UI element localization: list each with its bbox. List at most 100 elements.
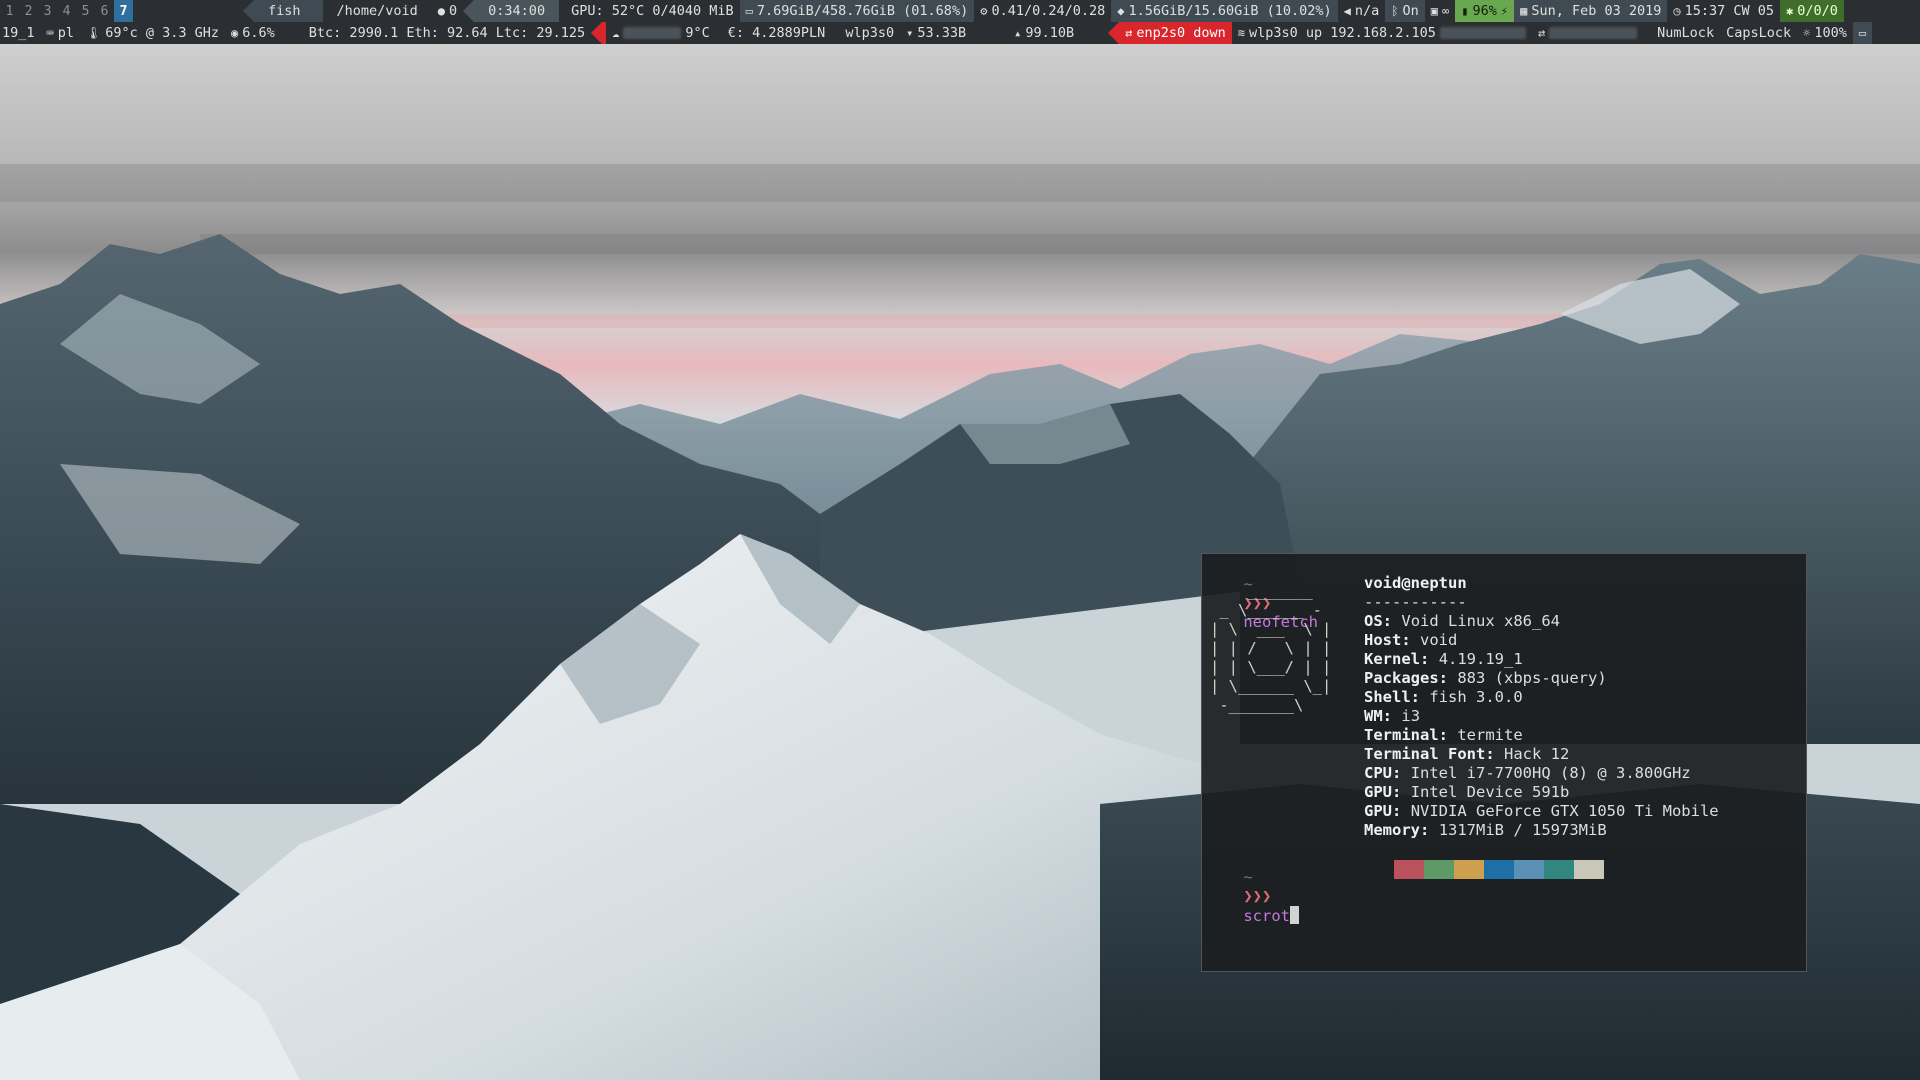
load-status: ⚙ 0.41/0.24/0.28 <box>974 0 1111 22</box>
window-title: fish <box>254 0 323 22</box>
cpu-usage-status: ◉ 6.6% <box>225 22 281 44</box>
info-key: Packages <box>1364 669 1439 687</box>
info-key: GPU <box>1364 783 1392 801</box>
void-ascii-logo: _______ _ \______ - | \ ___ \ | | | / \ … <box>1210 582 1332 714</box>
color-swatch <box>1424 860 1454 879</box>
info-value: Hack 12 <box>1504 745 1570 763</box>
workspace-2-button[interactable]: 2 <box>19 0 38 22</box>
info-row-shell: Shell: fish 3.0.0 <box>1364 688 1523 706</box>
brightness-value: 100% <box>1814 25 1847 41</box>
keyboard-layout-status[interactable]: ⌨ pl <box>41 22 81 44</box>
separator-arrow <box>243 0 254 22</box>
battery-icon: ▮ <box>1461 4 1469 18</box>
wifi-status[interactable]: ≋ wlp3s0 up 192.168.2.105 <box>1232 22 1532 44</box>
display-icons: ▣ ∞ <box>1425 0 1455 22</box>
info-value: 1317MiB / 15973MiB <box>1438 821 1607 839</box>
info-key: Memory <box>1364 821 1420 839</box>
info-key: WM <box>1364 707 1383 725</box>
github-icon: ● <box>437 4 446 18</box>
info-row-kernel: Kernel: 4.19.19_1 <box>1364 650 1523 668</box>
terminal-window[interactable]: ~ ❯❯❯ neofetch _______ _ \______ - | \ _… <box>1201 553 1807 972</box>
arrow-down-icon: ▾ <box>906 26 914 40</box>
color-palette <box>1394 860 1604 879</box>
info-row-host: Host: void <box>1364 631 1458 649</box>
bluetooth-status[interactable]: ᛒ On <box>1385 0 1425 22</box>
arrow-up-icon: ▴ <box>1014 26 1022 40</box>
info-row-cpu: CPU: Intel i7-7700HQ (8) @ 3.800GHz <box>1364 764 1691 782</box>
keyboard-indicator: ▭ <box>1852 22 1873 44</box>
capslock-indicator: CapsLock <box>1726 25 1792 41</box>
workspace-5-button[interactable]: 5 <box>76 0 95 22</box>
gpu-status: GPU: 52°C 0/4040 MiB <box>571 3 734 19</box>
wifi-icon: ≋ <box>1237 26 1245 40</box>
color-swatch <box>1454 860 1484 879</box>
info-value: Void Linux x86_64 <box>1401 612 1560 630</box>
brightness-status[interactable]: ☼ 100% <box>1797 22 1853 44</box>
git-count: 0 <box>449 3 458 19</box>
monitor-icon: ▣ <box>1430 4 1438 18</box>
prompt-arrows: ❯❯❯ <box>1243 887 1272 905</box>
info-row-wm: WM: i3 <box>1364 707 1421 725</box>
info-row-gpu-nvidia: GPU: NVIDIA GeForce GTX 1050 Ti Mobile <box>1364 802 1719 820</box>
command-input[interactable]: scrot <box>1243 907 1290 925</box>
redacted-location <box>623 27 682 39</box>
keyboard-small-icon: ▭ <box>1858 26 1867 40</box>
color-swatch <box>1514 860 1544 879</box>
calendar-icon: ▦ <box>1520 4 1528 18</box>
disk-usage: 7.69GiB/458.76GiB (01.68%) <box>756 3 969 19</box>
date-value: Sun, Feb 03 2019 <box>1531 3 1662 19</box>
kernel-version: 19_1 <box>2 25 35 41</box>
redacted-ssid <box>1439 27 1526 39</box>
cogs-icon: ⚙ <box>980 4 988 18</box>
cpu-usage: 6.6% <box>242 25 275 41</box>
info-row-packages: Packages: 883 (xbps-query) <box>1364 669 1607 687</box>
net-down-status: ▾ 53.33B <box>900 22 972 44</box>
date-status: ▦ Sun, Feb 03 2019 <box>1514 0 1668 22</box>
workspace-3-button[interactable]: 3 <box>38 0 57 22</box>
info-value: Intel i7-7700HQ (8) @ 3.800GHz <box>1410 764 1691 782</box>
info-key: OS <box>1364 612 1383 630</box>
bluetooth-value: On <box>1402 3 1419 19</box>
info-value: NVIDIA GeForce GTX 1050 Ti Mobile <box>1410 802 1719 820</box>
separator-arrow <box>463 0 475 22</box>
git-status: ● 0 <box>432 0 463 22</box>
charging-plug-icon: ⚡ <box>1500 4 1509 18</box>
memory-status: ◆ 1.56GiB/15.60GiB (10.02%) <box>1111 0 1338 22</box>
info-row-os: OS: Void Linux x86_64 <box>1364 612 1560 630</box>
bluetooth-icon: ᛒ <box>1391 4 1399 18</box>
info-value: void <box>1420 631 1458 649</box>
session-timer: 0:34:00 <box>474 0 560 22</box>
cpu-temp-status: 🌡 69°c @ 3.3 GHz <box>80 22 225 44</box>
ethernet-value: enp2s0 down <box>1136 25 1226 41</box>
workspace-7-button[interactable]: 7 <box>114 0 133 22</box>
clock-icon: ◷ <box>1673 4 1681 18</box>
info-key: Host <box>1364 631 1402 649</box>
current-path: /home/void <box>336 3 418 19</box>
user-host: void@neptun <box>1364 574 1467 592</box>
volume-value: n/a <box>1354 3 1380 19</box>
weather-temp: 9°C <box>685 25 710 41</box>
volume-icon: ◀ <box>1343 4 1351 18</box>
battery-status: ▮ 96% ⚡ <box>1455 0 1515 22</box>
info-value: i3 <box>1401 707 1421 725</box>
color-swatch <box>1394 860 1424 879</box>
transfer-icon: ⇄ <box>1537 26 1546 40</box>
disk-icon: ▭ <box>745 4 753 18</box>
info-key: Kernel <box>1364 650 1420 668</box>
info-key: Shell <box>1364 688 1411 706</box>
workspace-4-button[interactable]: 4 <box>57 0 76 22</box>
updates-status[interactable]: ✱ 0/0/0 <box>1780 0 1844 22</box>
workspace-1-button[interactable]: 1 <box>0 0 19 22</box>
bottom-status-bar: 19_1 ⌨ pl 🌡 69°c @ 3.3 GHz ◉ 6.6% Btc: 2… <box>0 22 1920 44</box>
redacted-vpn <box>1549 27 1638 39</box>
brightness-icon: ☼ <box>1803 26 1811 40</box>
crypto-prices: Btc: 2990.1 Eth: 92.64 Ltc: 29.125 <box>308 25 586 41</box>
info-key: Terminal <box>1364 726 1439 744</box>
load-average: 0.41/0.24/0.28 <box>991 3 1106 19</box>
workspace-6-button[interactable]: 6 <box>95 0 114 22</box>
bug-icon: ✱ <box>1786 4 1794 18</box>
prompt-line-2[interactable]: ~ ❯❯❯ scrot <box>1206 849 1299 945</box>
volume-status[interactable]: ◀ n/a <box>1338 0 1386 22</box>
info-key: Terminal Font <box>1364 745 1486 763</box>
vpn-status: ⇄ <box>1532 22 1643 44</box>
